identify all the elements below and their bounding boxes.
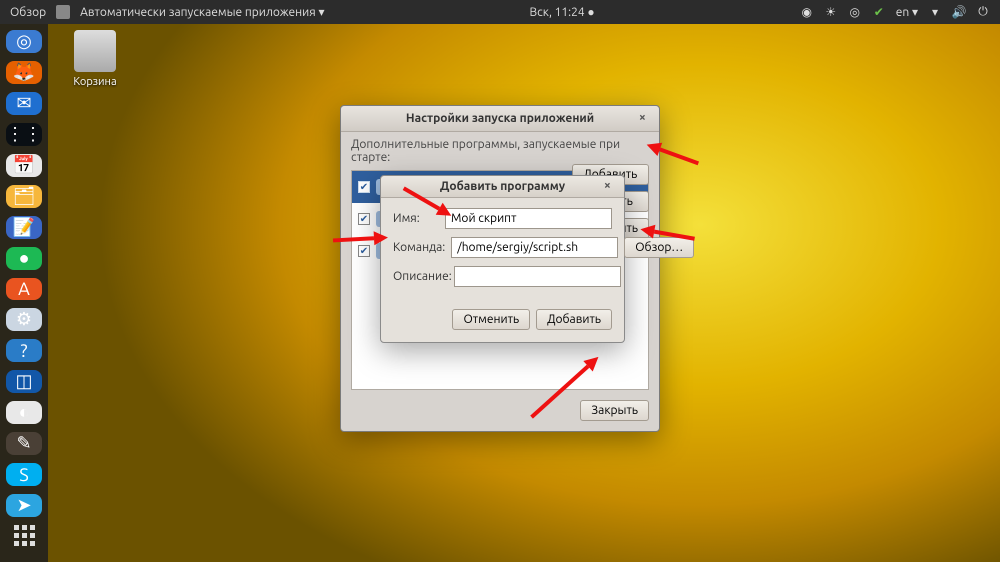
dock-app-calendar[interactable]: 📅 [6, 154, 42, 177]
weather-icon[interactable]: ☀ [824, 5, 838, 19]
trash-label: Корзина [60, 76, 130, 88]
description-input[interactable] [454, 266, 621, 287]
dock-app-skype[interactable]: S [6, 463, 42, 486]
dock-app-chromium[interactable]: ◎ [6, 30, 42, 53]
close-button[interactable]: Закрыть [580, 400, 649, 421]
active-app-menu[interactable]: Автоматически запускаемые приложения ▾ [80, 5, 324, 19]
clock[interactable]: Вск, 11:24 ● [334, 5, 789, 19]
window-titlebar[interactable]: Настройки запуска приложений × [341, 106, 659, 132]
dock-app-disk[interactable]: ◐ [6, 401, 42, 424]
command-input[interactable] [451, 237, 618, 258]
window-footer: Закрыть [341, 390, 659, 431]
name-input[interactable] [445, 208, 612, 229]
trash-desktop-icon[interactable]: Корзина [60, 30, 130, 88]
overview-button[interactable]: Обзор [10, 6, 46, 19]
name-label: Имя: [393, 212, 439, 225]
dialog-titlebar[interactable]: Добавить программу × [381, 176, 624, 198]
status-ok-icon[interactable]: ✔ [872, 5, 886, 19]
power-icon[interactable]: ⏻ [976, 5, 990, 19]
dialog-body: Имя: Команда: Обзор… Описание: [381, 198, 624, 301]
chrome-tray-icon[interactable]: ◎ [848, 5, 862, 19]
window-title: Настройки запуска приложений [406, 112, 594, 125]
dialog-footer: Отменить Добавить [381, 301, 624, 342]
a11y-icon[interactable]: ◉ [800, 5, 814, 19]
dock-app-preferences[interactable]: ⚙ [6, 308, 42, 331]
dock-app-virtualbox[interactable]: ◫ [6, 370, 42, 393]
checkbox[interactable]: ✔ [358, 213, 370, 225]
dock: ◎ 🦊 ✉ ⋮⋮ 📅 🗂 📝 ● A ⚙? ◫ ◐ ✎ S ➤ [0, 24, 48, 562]
add-confirm-button[interactable]: Добавить [536, 309, 612, 330]
network-icon[interactable]: ▾ [928, 5, 942, 19]
trash-icon [74, 30, 116, 72]
active-app-icon [56, 5, 70, 19]
add-program-dialog: Добавить программу × Имя: Команда: Обзор… [380, 175, 625, 343]
dock-app-spotify[interactable]: ● [6, 247, 42, 270]
cancel-button[interactable]: Отменить [452, 309, 530, 330]
close-icon[interactable]: × [639, 111, 653, 125]
dialog-title: Добавить программу [440, 180, 565, 193]
dock-app-firefox[interactable]: 🦊 [6, 61, 42, 84]
description-label: Описание: [393, 270, 448, 283]
dock-app-notes[interactable]: 📝 [6, 216, 42, 239]
top-panel-right: ◉ ☀ ◎ ✔ en ▾ ▾ 🔊 ⏻ [800, 5, 990, 19]
dock-app-telegram[interactable]: ➤ [6, 494, 42, 517]
dock-app-files[interactable]: 🗂 [6, 185, 42, 208]
dock-app-help[interactable]: ? [6, 339, 42, 362]
volume-icon[interactable]: 🔊 [952, 5, 966, 19]
show-applications-button[interactable] [14, 525, 35, 546]
checkbox[interactable]: ✔ [358, 245, 370, 257]
close-icon[interactable]: × [604, 179, 618, 193]
command-label: Команда: [393, 241, 445, 254]
keyboard-layout[interactable]: en ▾ [896, 5, 918, 19]
dock-app-thunderbird[interactable]: ✉ [6, 92, 42, 115]
checkbox[interactable]: ✔ [358, 181, 370, 193]
dock-app-software[interactable]: A [6, 278, 42, 301]
dock-app-vscode[interactable]: ⋮⋮ [6, 123, 42, 146]
top-panel: Обзор Автоматически запускаемые приложен… [0, 0, 1000, 24]
top-panel-left: Обзор Автоматически запускаемые приложен… [10, 5, 324, 19]
dock-app-gimp[interactable]: ✎ [6, 432, 42, 455]
browse-button[interactable]: Обзор… [624, 237, 694, 258]
